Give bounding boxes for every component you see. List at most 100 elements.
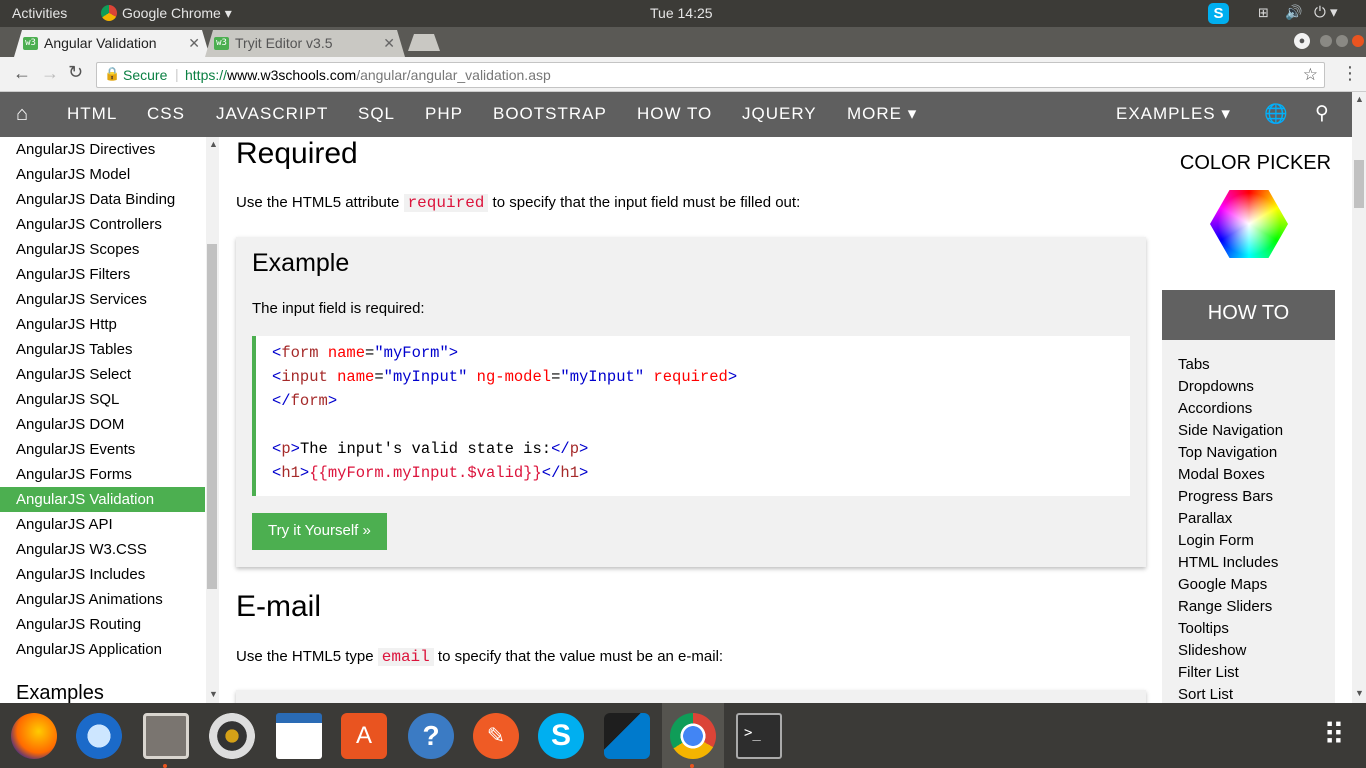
close-tab-icon[interactable]: ✕ (188, 35, 200, 52)
nav-php[interactable]: PHP (425, 104, 463, 124)
howto-item-login-form[interactable]: Login Form (1178, 532, 1254, 549)
sidebar-item-angularjs-model[interactable]: AngularJS Model (0, 162, 205, 187)
firefox-icon[interactable] (11, 713, 57, 759)
address-bar[interactable]: 🔒 Secure | https://www.w3schools.com/ang… (96, 62, 1325, 88)
sidebar-item-angularjs-dom[interactable]: AngularJS DOM (0, 412, 205, 437)
tab-tryit-editor[interactable]: w3 Tryit Editor v3.5 ✕ (205, 30, 405, 57)
chrome-menu-icon[interactable]: ⋮ (1341, 63, 1359, 84)
code-block: <form name="myForm"> <input name="myInpu… (252, 336, 1130, 496)
skype-tray-icon[interactable]: S (1208, 3, 1229, 24)
chrome-icon[interactable] (670, 713, 716, 759)
sidebar-item-angularjs-sql[interactable]: AngularJS SQL (0, 387, 205, 412)
sidebar-scrollbar[interactable]: ▲ ▼ (206, 137, 219, 703)
rhythmbox-icon[interactable] (209, 713, 255, 759)
nav-jquery[interactable]: JQUERY (742, 104, 817, 124)
minimize-icon[interactable] (1320, 35, 1332, 47)
scroll-down-icon[interactable]: ▼ (1355, 688, 1364, 698)
network-icon[interactable]: ⊞ (1258, 5, 1269, 21)
forward-icon[interactable]: → (41, 63, 59, 84)
sidebar-item-angularjs-routing[interactable]: AngularJS Routing (0, 612, 205, 637)
bookmark-star-icon[interactable]: ☆ (1303, 65, 1318, 85)
software-center-icon[interactable]: A (341, 713, 387, 759)
page-scrollbar[interactable]: ▲ ▼ (1352, 92, 1366, 703)
sidebar-item-angularjs-http[interactable]: AngularJS Http (0, 312, 205, 337)
files-icon[interactable] (143, 713, 189, 759)
scroll-up-icon[interactable]: ▲ (1355, 94, 1364, 104)
home-icon[interactable]: ⌂ (16, 103, 29, 126)
power-icon[interactable]: ⏻ ▾ (1314, 3, 1338, 21)
search-icon[interactable]: ⚲ (1315, 102, 1330, 125)
howto-item-dropdowns[interactable]: Dropdowns (1178, 378, 1254, 395)
sidebar-item-angularjs-api[interactable]: AngularJS API (0, 512, 205, 537)
howto-item-google-maps[interactable]: Google Maps (1178, 576, 1267, 593)
writer-icon[interactable] (276, 713, 322, 759)
color-picker-title[interactable]: COLOR PICKER (1159, 152, 1352, 175)
reload-icon[interactable]: ↻ (68, 62, 83, 83)
howto-item-range-sliders[interactable]: Range Sliders (1178, 598, 1272, 615)
scroll-down-icon[interactable]: ▼ (209, 689, 218, 699)
sidebar-item-angularjs-controllers[interactable]: AngularJS Controllers (0, 212, 205, 237)
sidebar-item-angularjs-forms[interactable]: AngularJS Forms (0, 462, 205, 487)
activities-button[interactable]: Activities (12, 5, 67, 21)
terminal-icon[interactable]: >_ (736, 713, 782, 759)
nav-javascript[interactable]: JAVASCRIPT (216, 104, 328, 124)
sidebar-item-angularjs-events[interactable]: AngularJS Events (0, 437, 205, 462)
sidebar-section-examples[interactable]: Examples (16, 682, 104, 703)
scroll-up-icon[interactable]: ▲ (209, 139, 218, 149)
howto-item-modal-boxes[interactable]: Modal Boxes (1178, 466, 1265, 483)
nav-examples[interactable]: EXAMPLES ▾ (1116, 104, 1231, 124)
profile-icon[interactable]: ● (1294, 33, 1310, 49)
try-it-yourself-button[interactable]: Try it Yourself » (252, 513, 387, 550)
sidebar-item-angularjs-animations[interactable]: AngularJS Animations (0, 587, 205, 612)
sidebar-item-angularjs-filters[interactable]: AngularJS Filters (0, 262, 205, 287)
howto-item-tabs[interactable]: Tabs (1178, 356, 1210, 373)
browser-toolbar: ← → ↻ 🔒 Secure | https://www.w3schools.c… (0, 57, 1366, 92)
help-icon[interactable]: ? (408, 713, 454, 759)
howto-item-sort-list[interactable]: Sort List (1178, 686, 1233, 703)
howto-item-progress-bars[interactable]: Progress Bars (1178, 488, 1273, 505)
howto-item-side-navigation[interactable]: Side Navigation (1178, 422, 1283, 439)
sidebar-item-angularjs-select[interactable]: AngularJS Select (0, 362, 205, 387)
clock[interactable]: Tue 14:25 (650, 5, 713, 21)
howto-item-slideshow[interactable]: Slideshow (1178, 642, 1246, 659)
sidebar-scroll-thumb[interactable] (207, 244, 217, 589)
back-icon[interactable]: ← (13, 63, 31, 84)
close-tab-icon[interactable]: ✕ (383, 35, 395, 52)
howto-header[interactable]: HOW TO (1162, 290, 1335, 340)
sidebar-item-angularjs-directives[interactable]: AngularJS Directives (0, 137, 205, 162)
howto-item-parallax[interactable]: Parallax (1178, 510, 1232, 527)
sidebar-item-angularjs-includes[interactable]: AngularJS Includes (0, 562, 205, 587)
nav-sql[interactable]: SQL (358, 104, 395, 124)
sidebar-item-angularjs-application[interactable]: AngularJS Application (0, 637, 205, 662)
howto-item-top-navigation[interactable]: Top Navigation (1178, 444, 1277, 461)
sidebar-item-angularjs-services[interactable]: AngularJS Services (0, 287, 205, 312)
nav-bootstrap[interactable]: BOOTSTRAP (493, 104, 607, 124)
color-picker-hexagon-icon[interactable] (1210, 190, 1288, 258)
nav-css[interactable]: CSS (147, 104, 185, 124)
app-grid-icon[interactable]: ⠿ (1310, 713, 1356, 759)
skype-icon[interactable]: S (538, 713, 584, 759)
new-tab-button[interactable] (408, 34, 440, 51)
close-window-icon[interactable] (1352, 35, 1364, 47)
howto-item-accordions[interactable]: Accordions (1178, 400, 1252, 417)
page-scroll-thumb[interactable] (1354, 160, 1364, 208)
vscode-icon[interactable] (604, 713, 650, 759)
sidebar-item-angularjs-validation[interactable]: AngularJS Validation (0, 487, 205, 512)
howto-item-filter-list[interactable]: Filter List (1178, 664, 1239, 681)
tab-angular-validation[interactable]: w3 Angular Validation ✕ (14, 30, 210, 57)
maximize-icon[interactable] (1336, 35, 1348, 47)
howto-item-tooltips[interactable]: Tooltips (1178, 620, 1229, 637)
howto-item-html-includes[interactable]: HTML Includes (1178, 554, 1278, 571)
nav-more[interactable]: MORE ▾ (847, 104, 917, 124)
postman-icon[interactable]: ✎ (473, 713, 519, 759)
thunderbird-icon[interactable] (76, 713, 122, 759)
nav-howto[interactable]: HOW TO (637, 104, 712, 124)
sidebar-item-angularjs-scopes[interactable]: AngularJS Scopes (0, 237, 205, 262)
sidebar-item-angularjs-w3-css[interactable]: AngularJS W3.CSS (0, 537, 205, 562)
sidebar-item-angularjs-tables[interactable]: AngularJS Tables (0, 337, 205, 362)
volume-icon[interactable]: 🔊 (1285, 4, 1302, 21)
globe-icon[interactable]: 🌐 (1264, 102, 1289, 126)
app-menu[interactable]: Google Chrome ▾ (122, 5, 232, 22)
nav-html[interactable]: HTML (67, 104, 117, 124)
sidebar-item-angularjs-data-binding[interactable]: AngularJS Data Binding (0, 187, 205, 212)
